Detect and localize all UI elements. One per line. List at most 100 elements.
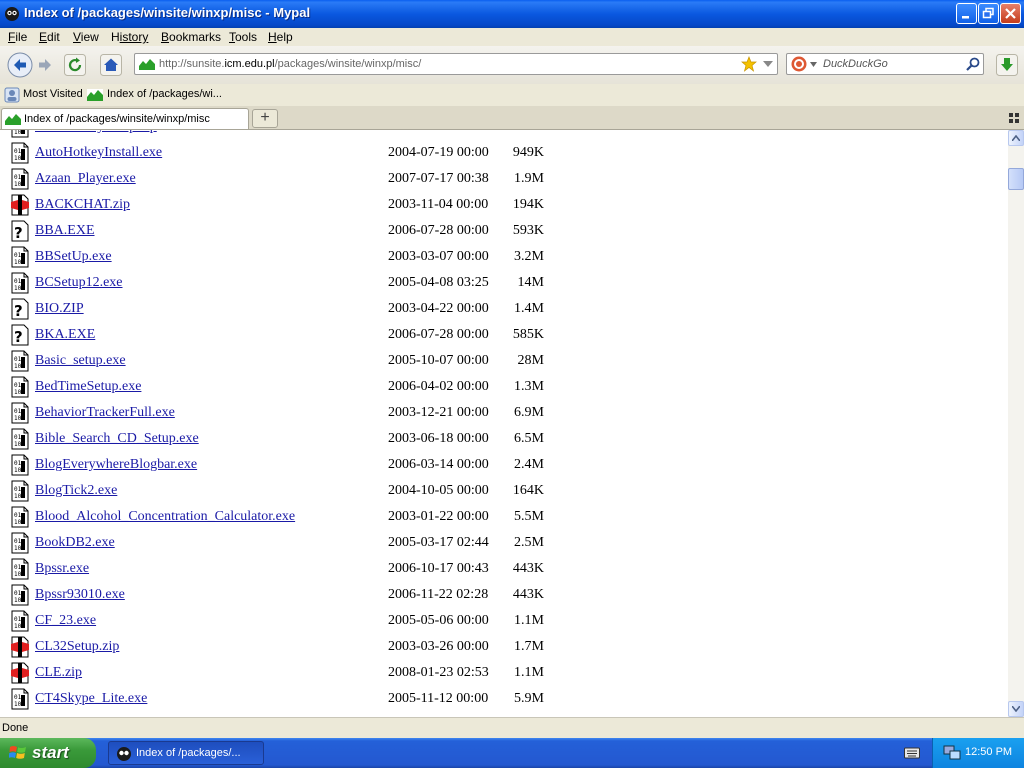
scroll-down-button[interactable]	[1008, 701, 1024, 717]
file-link[interactable]: BIO.ZIP	[35, 301, 84, 317]
file-link[interactable]: CF_23.exe	[35, 613, 96, 629]
file-link[interactable]: CLE.zip	[35, 665, 82, 681]
unknown-file-icon[interactable]: ?	[10, 220, 30, 242]
search-engine-dropdown-icon[interactable]	[810, 62, 817, 67]
compressed-file-icon[interactable]	[10, 194, 30, 216]
file-link[interactable]: BBSetUp.exe	[35, 249, 112, 265]
bookmark-most-visited[interactable]: Most Visited	[23, 88, 83, 100]
menu-edit[interactable]: Edit	[39, 30, 60, 44]
file-link[interactable]: BehaviorTrackerFull.exe	[35, 405, 175, 421]
file-link[interactable]: BACKCHAT.zip	[35, 197, 130, 213]
window-title: Index of /packages/winsite/winxp/misc - …	[24, 5, 311, 20]
binary-file-icon[interactable]: 0110	[10, 130, 30, 138]
binary-file-icon[interactable]: 0110	[10, 142, 30, 164]
address-bar[interactable]: http://sunsite.icm.edu.pl/packages/winsi…	[134, 53, 778, 75]
duckduckgo-icon[interactable]	[791, 56, 807, 72]
search-icon[interactable]	[965, 56, 981, 72]
search-bar[interactable]: DuckDuckGo	[786, 53, 984, 75]
binary-file-icon[interactable]: 0110	[10, 558, 30, 580]
file-size: 1.9M	[504, 130, 544, 135]
forward-button[interactable]	[36, 56, 54, 74]
reload-button[interactable]	[64, 54, 86, 76]
bookmark-index-page[interactable]: Index of /packages/wi...	[107, 88, 222, 100]
close-button[interactable]	[1000, 3, 1021, 24]
restore-button[interactable]	[978, 3, 999, 24]
binary-file-icon[interactable]: 0110	[10, 610, 30, 632]
url-text[interactable]: http://sunsite.icm.edu.pl/packages/winsi…	[159, 58, 421, 70]
table-row: 01 10 CT4Skype_Lite.exe 2005-11-12 00:00 5.9…	[0, 686, 1000, 712]
start-button[interactable]: start	[0, 738, 96, 768]
file-size: 1.7M	[514, 639, 544, 654]
scroll-thumb[interactable]	[1008, 168, 1024, 190]
menu-tools-label: ools	[235, 30, 258, 44]
menu-tools[interactable]: Tools	[229, 30, 257, 44]
file-date: 2003-03-26 00:00	[388, 639, 489, 654]
minimize-button[interactable]	[956, 3, 977, 24]
taskbar-item-browser[interactable]: Index of /packages/...	[108, 741, 264, 765]
file-link[interactable]: Bpssr.exe	[35, 561, 89, 577]
download-button[interactable]	[996, 54, 1018, 76]
file-link[interactable]: BookDB2.exe	[35, 535, 115, 551]
binary-file-icon[interactable]: 0110	[10, 584, 30, 606]
file-link[interactable]: Blood_Alcohol_Concentration_Calculator.e…	[35, 509, 295, 525]
file-link[interactable]: BlogTick2.exe	[35, 483, 117, 499]
file-link[interactable]: BCSetup12.exe	[35, 275, 123, 291]
table-row: 01 10 BBSetUp.exe 2003-03-07 00:00 3.2M	[0, 244, 1000, 270]
window-titlebar[interactable]: Index of /packages/winsite/winxp/misc - …	[0, 0, 1024, 28]
compressed-file-icon[interactable]	[10, 636, 30, 658]
menu-edit-key: E	[39, 30, 48, 44]
bookmark-star-icon[interactable]	[741, 56, 757, 72]
svg-text:01: 01	[14, 408, 22, 415]
svg-text:10: 10	[14, 363, 22, 370]
binary-file-icon[interactable]: 0110	[10, 532, 30, 554]
unknown-file-icon[interactable]: ?	[10, 324, 30, 346]
file-link[interactable]: Azaan_Player.exe	[35, 171, 136, 187]
file-link[interactable]: BedTimeSetup.exe	[35, 379, 141, 395]
binary-file-icon[interactable]: 0110	[10, 246, 30, 268]
binary-file-icon[interactable]: 0110	[10, 402, 30, 424]
file-link[interactable]: Bpssr93010.exe	[35, 587, 125, 603]
binary-file-icon[interactable]: 0110	[10, 272, 30, 294]
file-link[interactable]: BlogEverywhereBlogbar.exe	[35, 457, 197, 473]
binary-file-icon[interactable]: 0110	[10, 688, 30, 710]
vertical-scrollbar[interactable]	[1008, 130, 1024, 717]
home-button[interactable]	[100, 54, 122, 76]
menu-help[interactable]: Help	[268, 30, 293, 44]
menu-history[interactable]: History	[111, 30, 148, 44]
url-dropdown-icon[interactable]	[763, 61, 773, 67]
file-link[interactable]: BKA.EXE	[35, 327, 95, 343]
binary-file-icon[interactable]: 0110	[10, 480, 30, 502]
binary-file-icon[interactable]: 0110	[10, 376, 30, 398]
file-link[interactable]: AutoHotkeyInstall.exe	[35, 145, 162, 161]
file-link[interactable]: CT4Skype_Lite.exe	[35, 691, 147, 707]
network-icon[interactable]	[943, 745, 961, 761]
file-date: 2004-07-19 00:00	[388, 130, 489, 135]
tab-list-icon[interactable]	[1009, 113, 1019, 123]
table-row: ? BKA.EXE 2006-07-28 00:00 585K	[0, 322, 1000, 348]
file-link[interactable]: Bible_Search_CD_Setup.exe	[35, 431, 199, 447]
compressed-file-icon[interactable]	[10, 662, 30, 684]
mypal-task-icon	[117, 747, 131, 761]
back-button[interactable]	[7, 52, 33, 78]
scroll-up-button[interactable]	[1008, 130, 1024, 146]
binary-file-icon[interactable]: 0110	[10, 506, 30, 528]
file-link[interactable]: BBA.EXE	[35, 223, 95, 239]
unknown-file-icon[interactable]: ?	[10, 298, 30, 320]
svg-text:01: 01	[14, 356, 22, 363]
tab-active[interactable]: Index of /packages/winsite/winxp/misc	[1, 108, 249, 129]
binary-file-icon[interactable]: 0110	[10, 168, 30, 190]
binary-file-icon[interactable]: 0110	[10, 454, 30, 476]
menu-file[interactable]: File	[8, 30, 27, 44]
menu-view[interactable]: View	[73, 30, 99, 44]
keyboard-icon[interactable]	[904, 746, 920, 760]
file-size: 194K	[512, 197, 544, 212]
minimize-icon	[962, 16, 969, 19]
binary-file-icon[interactable]: 0110	[10, 428, 30, 450]
file-link[interactable]: Basic_setup.exe	[35, 353, 126, 369]
file-link[interactable]: AutoHotkeySetup.zip	[35, 130, 157, 135]
clock[interactable]: 12:50 PM	[965, 746, 1012, 758]
binary-file-icon[interactable]: 0110	[10, 350, 30, 372]
file-link[interactable]: CL32Setup.zip	[35, 639, 119, 655]
new-tab-button[interactable]: +	[252, 109, 278, 128]
menu-bookmarks[interactable]: Bookmarks	[161, 30, 221, 44]
